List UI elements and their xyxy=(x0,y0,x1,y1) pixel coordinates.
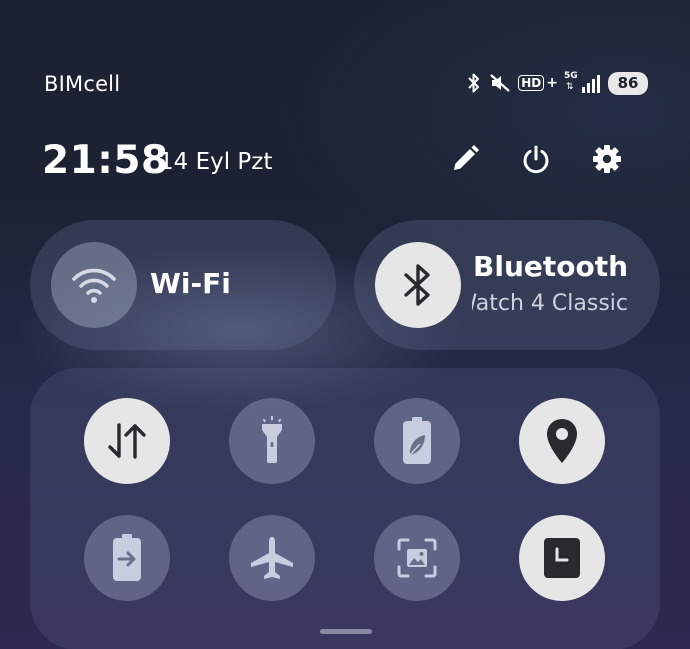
5g-icon: 5G xyxy=(564,71,578,81)
panel-drag-handle[interactable] xyxy=(320,629,372,634)
mute-icon xyxy=(490,74,510,92)
wifi-toggle[interactable] xyxy=(51,242,137,328)
airplane-mode-toggle[interactable] xyxy=(229,515,315,601)
edit-button[interactable] xyxy=(448,142,482,176)
location-toggle[interactable] xyxy=(519,398,605,484)
bluetooth-toggle[interactable] xyxy=(375,242,461,328)
screenshot-icon xyxy=(397,538,437,578)
header-actions xyxy=(448,142,624,176)
power-icon xyxy=(523,145,549,174)
bluetooth-device-name: Galaxy Watch 4 Classic xyxy=(472,291,628,316)
power-saving-toggle[interactable] xyxy=(374,398,460,484)
signal-bars-icon xyxy=(582,75,600,93)
bluetooth-icon xyxy=(468,73,480,93)
power-saving-icon xyxy=(403,417,431,464)
wifi-icon xyxy=(72,268,116,303)
carrier-name: BIMcell xyxy=(44,72,121,96)
settings-button[interactable] xyxy=(590,142,624,176)
data-arrows-icon: ⇅ xyxy=(566,82,574,92)
bluetooth-label: Bluetooth xyxy=(473,250,629,283)
screenshot-toggle[interactable] xyxy=(374,515,460,601)
flashlight-icon xyxy=(262,416,282,463)
battery-share-toggle[interactable] xyxy=(84,515,170,601)
status-icons: HD + 5G ⇅ 86 xyxy=(466,70,648,96)
clock[interactable]: 21:58 xyxy=(42,138,169,183)
bluetooth-icon xyxy=(404,264,430,306)
signal-icon: 5G ⇅ xyxy=(564,71,602,95)
flashlight-toggle[interactable] xyxy=(229,398,315,484)
battery-indicator: 86 xyxy=(608,71,648,95)
edit-icon xyxy=(454,145,479,170)
power-button[interactable] xyxy=(519,142,553,176)
hd-voice-icon: HD xyxy=(518,75,545,91)
date[interactable]: 14 Eyl Pzt xyxy=(159,149,272,175)
mobile-data-icon xyxy=(108,423,146,459)
bluetooth-tile[interactable] xyxy=(354,220,660,350)
timer-toggle[interactable] xyxy=(519,515,605,601)
wifi-label: Wi-Fi xyxy=(150,267,231,300)
settings-icon xyxy=(593,145,621,173)
airplane-mode-icon xyxy=(251,537,293,579)
location-icon xyxy=(547,419,577,463)
mobile-data-toggle[interactable] xyxy=(84,398,170,484)
timer-icon xyxy=(544,538,580,578)
battery-share-icon xyxy=(113,534,141,581)
hd-plus-label: + xyxy=(546,75,558,91)
